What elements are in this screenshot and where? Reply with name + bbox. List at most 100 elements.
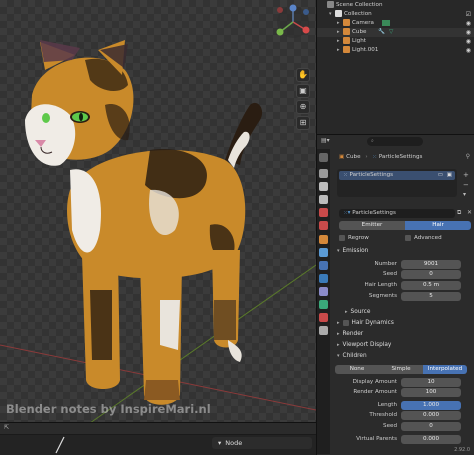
checkbox-icon[interactable]: [342, 319, 349, 326]
pan-view-icon[interactable]: ✋: [296, 68, 310, 82]
emission-title: Emission: [342, 248, 369, 254]
object-tab-icon[interactable]: [319, 235, 328, 244]
length-label: Length: [377, 402, 397, 408]
properties-search-field[interactable]: ⌕: [367, 137, 423, 146]
timeline-node-dropdown[interactable]: ▾ Node: [212, 437, 312, 449]
outliner-row-cube[interactable]: ▸ Cube 🔧 ▽ ◉: [317, 28, 474, 37]
output-tab-icon[interactable]: [319, 182, 328, 191]
display-amount-field[interactable]: 10: [401, 378, 461, 387]
particles-tab-icon[interactable]: [319, 261, 328, 270]
source-subpanel-header[interactable]: ▸ Source: [331, 307, 474, 317]
number-field[interactable]: 9001: [401, 260, 461, 269]
regrow-checkbox[interactable]: Regrow: [339, 234, 369, 243]
children-mode-simple[interactable]: Simple: [379, 365, 423, 374]
eye-icon[interactable]: ◉: [466, 28, 471, 37]
eye-icon[interactable]: ◉: [466, 46, 471, 55]
tab-hair[interactable]: Hair: [405, 221, 471, 230]
children-panel-header[interactable]: ▾ Children: [331, 351, 474, 361]
checkbox-icon[interactable]: ☑: [466, 10, 471, 19]
properties-panel[interactable]: ▤▾ ⌕ ⚲ ▣ Cube › ⁙ ParticleSettings ⁙ Par…: [316, 134, 474, 455]
collection-icon: [335, 10, 342, 17]
particle-settings-selector[interactable]: ⁙▾ ParticleSettings: [339, 209, 455, 218]
segments-field[interactable]: 5: [401, 292, 461, 301]
list-menu-icon[interactable]: ▾: [463, 191, 466, 198]
timeline-area[interactable]: ⇱ ▾ Node: [0, 422, 316, 455]
emission-panel-header[interactable]: ▾ Emission: [331, 246, 474, 256]
material-tab-icon[interactable]: [319, 313, 328, 322]
outliner-row-light[interactable]: ▸ Light ◉: [317, 37, 474, 46]
list-add-icon[interactable]: +: [463, 171, 469, 179]
chevron-right-icon: ▸: [337, 331, 340, 337]
view-layer-tab-icon[interactable]: [319, 195, 328, 204]
list-item-label: ParticleSettings: [349, 172, 394, 178]
cube-icon: ▣: [339, 154, 345, 160]
tab-emitter[interactable]: Emitter: [339, 221, 405, 230]
chevron-down-icon: ▾: [337, 353, 340, 359]
breadcrumb-object: Cube: [346, 154, 361, 160]
outliner-row-light-001[interactable]: ▸ Light.001 ◉: [317, 46, 474, 55]
data-tab-icon[interactable]: [319, 300, 328, 309]
world-tab-icon[interactable]: [319, 221, 328, 230]
render-toggle-icon[interactable]: ▣: [447, 171, 452, 180]
tool-tab-icon[interactable]: [319, 153, 328, 162]
checkbox-icon: [405, 234, 411, 241]
editor-type-icon[interactable]: ▤▾: [321, 137, 330, 144]
version-label: 2.92.0: [454, 447, 470, 453]
eye-icon[interactable]: ◉: [466, 37, 471, 46]
chevron-right-icon: ▸: [345, 309, 348, 315]
constraints-tab-icon[interactable]: [319, 287, 328, 296]
modifier-tab-icon[interactable]: [319, 248, 328, 257]
outliner-row-label: Camera: [352, 20, 374, 26]
render-amount-field[interactable]: 100: [401, 388, 461, 397]
unlink-icon[interactable]: ✕: [467, 209, 472, 216]
mesh-icon: [343, 28, 350, 35]
render-tab-icon[interactable]: [319, 169, 328, 178]
properties-tab-bar: [317, 149, 330, 454]
timeline-cursor-icon[interactable]: ⇱: [4, 424, 9, 431]
texture-tab-icon[interactable]: [319, 326, 328, 335]
hair-length-field[interactable]: 0.5 m: [401, 281, 461, 290]
chevron-down-icon: ▾: [218, 439, 222, 447]
seed-label: Seed: [383, 271, 397, 277]
render-panel-header[interactable]: ▸ Render: [331, 329, 474, 339]
virtual-parents-field[interactable]: 0.000: [401, 435, 461, 444]
3d-viewport[interactable]: ✋ ▣ ⊕ ⊞ Blender notes by InspireMari.nl …: [0, 0, 316, 455]
viewport-scene: [0, 4, 316, 430]
fake-user-icon[interactable]: ⧉: [457, 209, 461, 217]
chevron-right-icon: ▸: [337, 342, 340, 348]
segments-label: Segments: [368, 293, 397, 299]
hair-dynamics-panel-header[interactable]: ▸ Hair Dynamics: [331, 318, 474, 328]
seed-field[interactable]: 0: [401, 270, 461, 279]
list-item[interactable]: ⁙ ParticleSettings ▭ ▣: [339, 171, 455, 180]
zoom-view-icon[interactable]: ⊕: [296, 100, 310, 114]
outliner-row-label: Cube: [352, 29, 367, 35]
threshold-field[interactable]: 0.000: [401, 411, 461, 420]
eye-icon[interactable]: ◉: [466, 19, 471, 28]
viewport-display-panel-header[interactable]: ▸ Viewport Display: [331, 340, 474, 350]
length-field[interactable]: 1.000: [401, 401, 461, 410]
light-icon: [343, 37, 350, 44]
scene-tab-icon[interactable]: [319, 208, 328, 217]
list-remove-icon[interactable]: −: [463, 181, 469, 189]
outliner-row-label: Light.001: [352, 47, 379, 53]
advanced-checkbox[interactable]: Advanced: [405, 234, 442, 243]
outliner-row-collection[interactable]: ▾ Collection ☑: [317, 10, 474, 19]
settings-name: ParticleSettings: [352, 210, 396, 216]
camera-view-icon[interactable]: ▣: [296, 84, 310, 98]
display-toggle-icon[interactable]: ▭: [438, 171, 443, 180]
outliner-row-camera[interactable]: ▸ Camera ◉: [317, 19, 474, 28]
children-seed-field[interactable]: 0: [401, 422, 461, 431]
viewport-display-title: Viewport Display: [342, 342, 392, 348]
particle-system-list[interactable]: ⁙ ParticleSettings ▭ ▣: [337, 169, 457, 197]
particles-icon: ⁙: [372, 154, 378, 160]
timeline-node-label: Node: [225, 439, 243, 447]
children-mode-none[interactable]: None: [335, 365, 379, 374]
chevron-right-icon: ›: [365, 154, 368, 160]
perspective-toggle-icon[interactable]: ⊞: [296, 116, 310, 130]
outliner-panel[interactable]: Scene Collection ▾ Collection ☑ ▸ Camera ◉…: [316, 0, 474, 134]
threshold-label: Threshold: [369, 412, 397, 418]
outliner-row-scene-collection[interactable]: Scene Collection: [317, 1, 474, 10]
render-amount-label: Render Amount: [353, 389, 397, 395]
children-mode-interpolated[interactable]: Interpolated: [423, 365, 467, 374]
physics-tab-icon[interactable]: [319, 274, 328, 283]
